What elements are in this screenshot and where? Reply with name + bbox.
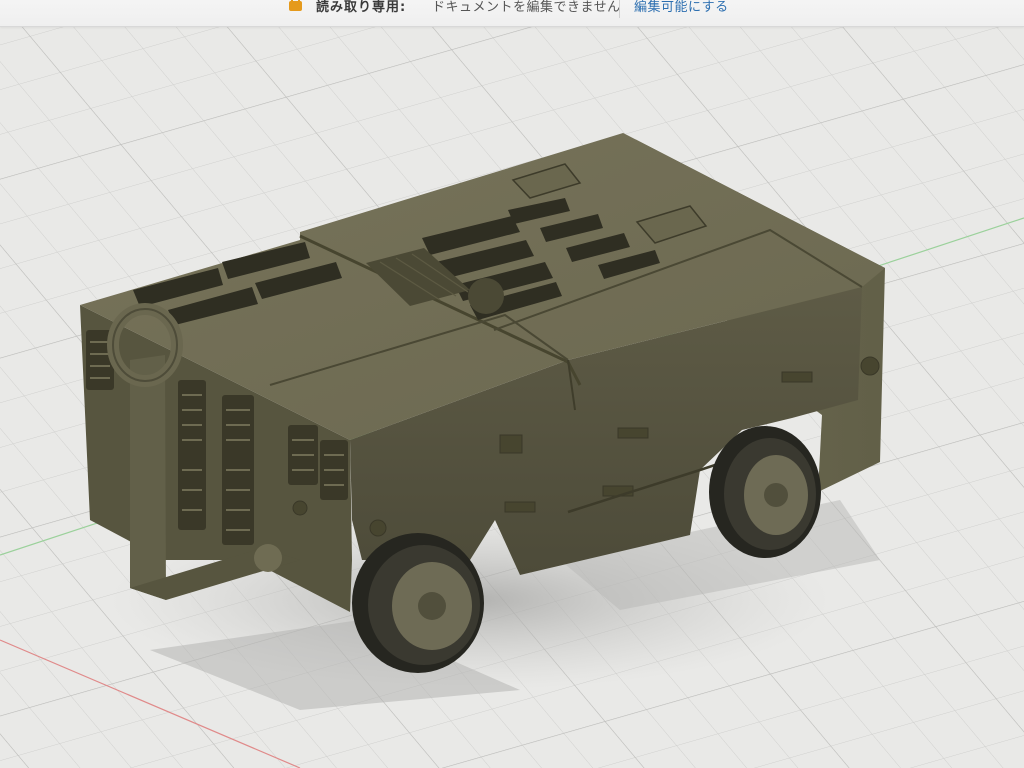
front-wheel (352, 533, 484, 673)
3d-viewport[interactable] (0, 0, 1024, 768)
lock-icon (289, 0, 302, 11)
readonly-banner: 読み取り専用: ドキュメントを編集できません 編集可能にする (0, 0, 1024, 27)
readonly-label: 読み取り専用: (316, 0, 407, 15)
banner-divider (619, 0, 620, 18)
readonly-message: ドキュメントを編集できません (432, 0, 621, 15)
rear-wheel (709, 426, 821, 558)
enable-editing-button[interactable]: 編集可能にする (634, 0, 729, 15)
